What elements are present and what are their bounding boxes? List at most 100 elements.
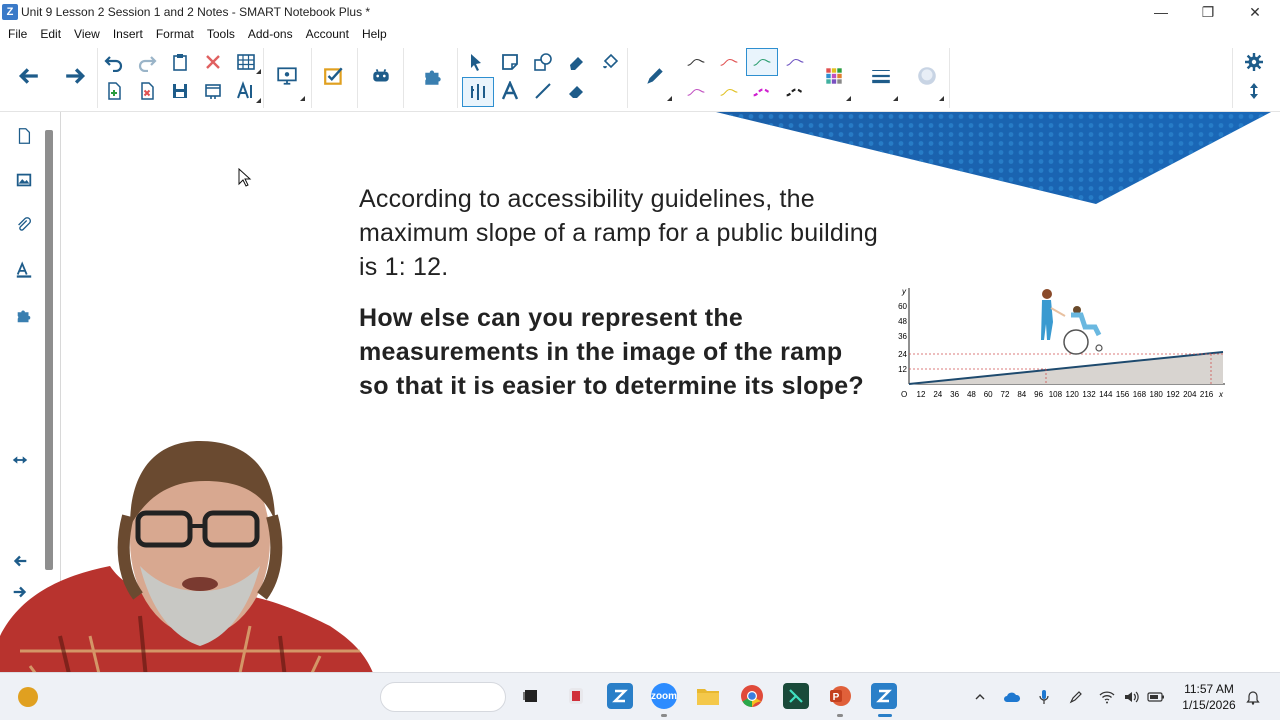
- x-tick-label: 204: [1183, 390, 1197, 399]
- origin-label: O: [901, 390, 907, 399]
- x-tick-label: 36: [950, 390, 959, 399]
- minimize-button[interactable]: —: [1138, 0, 1184, 24]
- pen-style-5-button[interactable]: [680, 78, 712, 106]
- properties-tab[interactable]: [10, 256, 38, 284]
- menu-edit[interactable]: Edit: [40, 27, 61, 41]
- menu-account[interactable]: Account: [306, 27, 349, 41]
- clock-time: 11:57 AM: [1184, 682, 1234, 696]
- add-ons-tab[interactable]: [10, 301, 38, 329]
- menu-file[interactable]: File: [8, 27, 27, 41]
- close-button[interactable]: ✕: [1232, 0, 1278, 24]
- pen-stroke-icon: [786, 58, 804, 66]
- svg-text:P: P: [833, 692, 840, 703]
- pen-style-6-button[interactable]: [713, 78, 745, 106]
- x-tick-labels: 12 24 36 48 60 72 84 96 108 120 132 144 156 168 180 192…: [917, 390, 1214, 399]
- notifications-icon[interactable]: [1244, 688, 1262, 706]
- menu-format[interactable]: Format: [156, 27, 194, 41]
- x-tick-label: 12: [917, 390, 926, 399]
- menu-tools[interactable]: Tools: [207, 27, 235, 41]
- x-tick-label: 192: [1166, 390, 1180, 399]
- image-gallery-icon: [16, 173, 32, 187]
- pen-stroke-icon: [720, 88, 738, 96]
- x-tick-label: 216: [1200, 390, 1214, 399]
- taskbar-search-box[interactable]: [380, 682, 506, 712]
- smart-notebook-window: Z Unit 9 Lesson 2 Session 1 and 2 Notes …: [0, 0, 1280, 720]
- smart-notebook-icon: Z: [2, 4, 18, 20]
- pen-stroke-icon: [753, 88, 771, 97]
- page-sorter-tab[interactable]: [10, 122, 38, 150]
- page-icon: [18, 128, 31, 144]
- smart-notebook-taskbar-icon[interactable]: [607, 683, 633, 709]
- slide-prompt[interactable]: How else can you represent the measureme…: [359, 301, 879, 403]
- battery-icon[interactable]: [1147, 688, 1165, 706]
- x-tick-label: 144: [1099, 390, 1113, 399]
- file-explorer-icon[interactable]: [695, 683, 721, 709]
- volume-icon[interactable]: [1122, 688, 1140, 706]
- weather-icon[interactable]: [18, 687, 38, 707]
- smart-notebook-active-icon[interactable]: [871, 683, 897, 709]
- ramp-figure[interactable]: y x O 60 48 36 24 12 12 24 36 48 60 72 84 9: [891, 282, 1231, 402]
- chevron-up-icon[interactable]: [971, 688, 989, 706]
- menu-help[interactable]: Help: [362, 27, 387, 41]
- zoom-running-indicator: [661, 714, 667, 717]
- x-tick-label: 132: [1082, 390, 1096, 399]
- attachments-tab[interactable]: [10, 211, 38, 239]
- menu-insert[interactable]: Insert: [113, 27, 143, 41]
- chrome-icon[interactable]: [739, 683, 765, 709]
- activity-group: [358, 48, 404, 108]
- y-tick-label: 12: [898, 365, 907, 374]
- menu-bar: File Edit View Insert Format Tools Add-o…: [0, 24, 1280, 44]
- x-tick-label: 120: [1066, 390, 1080, 399]
- x-tick-label: 84: [1017, 390, 1026, 399]
- pen-style-8-button[interactable]: [779, 78, 811, 106]
- pen-stroke-icon: [720, 58, 738, 66]
- pen-stroke-icon: [786, 88, 804, 97]
- onedrive-icon[interactable]: [1003, 688, 1021, 706]
- y-tick-label: 60: [898, 302, 907, 311]
- y-tick-label: 36: [898, 332, 907, 341]
- pen-stroke-icon: [753, 58, 771, 66]
- pen-style-3-button[interactable]: [746, 48, 778, 76]
- taskbar-clock[interactable]: 11:57 AM 1/15/2026: [1176, 681, 1242, 713]
- nav-group: [0, 48, 98, 108]
- menu-add-ons[interactable]: Add-ons: [248, 27, 293, 41]
- tools-group: [458, 48, 628, 108]
- pen-style-2-button[interactable]: [713, 48, 745, 76]
- clock-date: 1/15/2026: [1182, 698, 1236, 712]
- x-axis-label: x: [1218, 390, 1224, 399]
- pen-stroke-icon: [687, 88, 705, 96]
- title-bar: Z Unit 9 Lesson 2 Session 1 and 2 Notes …: [0, 0, 1280, 24]
- microphone-icon[interactable]: [1035, 688, 1053, 706]
- pen-style-7-button[interactable]: [746, 78, 778, 106]
- x-tick-label: 168: [1133, 390, 1147, 399]
- add-ons-group: [404, 48, 458, 108]
- restore-button[interactable]: ❐: [1185, 0, 1231, 24]
- ramp-graph: y x O 60 48 36 24 12 12 24 36 48 60 72 84 9: [898, 287, 1225, 399]
- pen-style-1-button[interactable]: [680, 48, 712, 76]
- paperclip-icon: [18, 217, 31, 231]
- terminal-app-icon[interactable]: [783, 683, 809, 709]
- powerpoint-icon[interactable]: P: [827, 683, 853, 709]
- edit-group: [98, 48, 264, 108]
- x-tick-label: 72: [1001, 390, 1010, 399]
- zoom-app-icon[interactable]: zoom: [651, 683, 677, 709]
- slide-question[interactable]: According to accessibility guidelines, t…: [359, 182, 879, 284]
- window-title: Unit 9 Lesson 2 Session 1 and 2 Notes - …: [21, 5, 371, 19]
- office-app-icon[interactable]: [563, 683, 589, 709]
- x-tick-label: 180: [1150, 390, 1164, 399]
- pen-style-4-button[interactable]: [779, 48, 811, 76]
- wifi-icon[interactable]: [1098, 688, 1116, 706]
- y-axis-label: y: [901, 287, 907, 296]
- y-tick-label: 24: [898, 350, 907, 359]
- gallery-tab[interactable]: [10, 166, 38, 194]
- puzzle-piece-icon: [17, 310, 31, 323]
- y-tick-labels: 60 48 36 24 12: [898, 302, 907, 374]
- toolbar: [0, 44, 1280, 112]
- response-group: [312, 48, 358, 108]
- settings-group: [1232, 48, 1278, 108]
- menu-view[interactable]: View: [74, 27, 100, 41]
- task-view-icon[interactable]: [518, 683, 544, 709]
- x-tick-label: 156: [1116, 390, 1130, 399]
- active-app-indicator: [878, 714, 892, 717]
- pen-menu-icon[interactable]: [1067, 688, 1085, 706]
